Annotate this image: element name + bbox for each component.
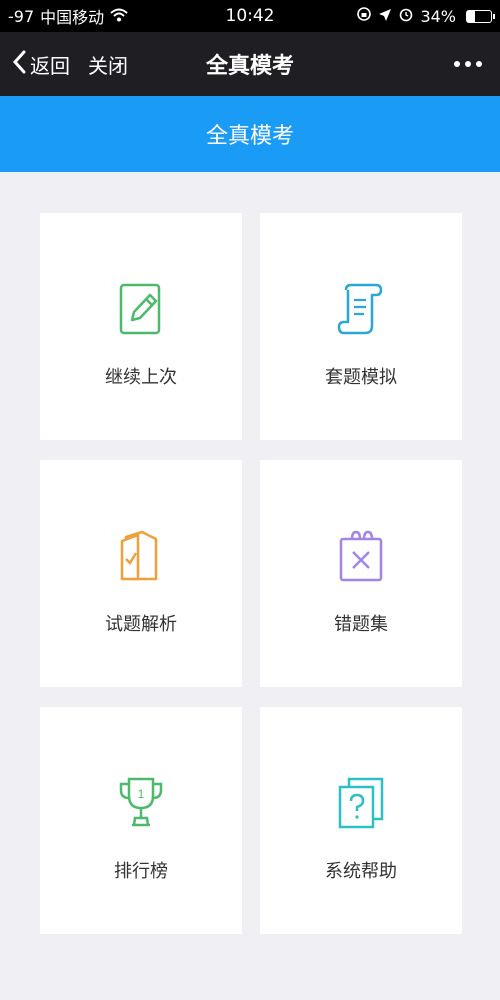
back-label: 返回 [30,53,70,78]
tile-leaderboard[interactable]: 1 排行榜 [40,707,242,934]
page-title: 全真模考 [205,54,294,79]
location-icon [378,7,392,26]
battery-fill [467,10,476,22]
close-button[interactable]: 关闭 [88,32,128,96]
tile-system-help[interactable]: 系统帮助 [260,707,462,934]
battery-percent: 34% [420,6,456,26]
status-bar: -97 中国移动 10:42 34% [0,0,500,32]
wifi-icon [110,7,128,26]
section-header: 全真模考 [0,96,500,172]
tile-label: 系统帮助 [325,861,397,882]
tile-label: 试题解析 [105,614,177,635]
more-menu-button[interactable] [454,32,482,96]
tile-label: 套题模拟 [325,367,397,388]
edit-note-icon [116,281,166,337]
rotation-lock-icon [356,6,372,26]
more-dot-icon [476,61,482,67]
tile-continue-last[interactable]: 继续上次 [40,213,242,440]
back-button[interactable]: 返回 [12,32,70,96]
alarm-icon [398,6,414,26]
menu-grid: 继续上次 套题模拟 试题解析 错题集 1 排行榜 系统帮助 [40,213,462,934]
chevron-left-icon [12,50,30,79]
battery-icon [466,9,495,23]
tile-wrong-questions[interactable]: 错题集 [260,460,462,687]
header-title: 全真模考 [205,124,294,149]
tile-label: 错题集 [334,614,388,635]
carrier-name: 中国移动 [40,8,105,27]
trophy-icon: 1 [116,775,166,831]
document-check-icon [116,528,166,584]
tile-label: 排行榜 [114,861,168,882]
signal-strength: -97 [8,6,35,26]
clock: 10:42 [225,6,275,26]
more-dot-icon [454,61,460,67]
tile-label: 继续上次 [105,367,177,388]
nav-bar: 返回 关闭 全真模考 [0,32,500,96]
close-label: 关闭 [88,53,128,78]
tile-question-analysis[interactable]: 试题解析 [40,460,242,687]
scroll-icon [336,281,386,337]
wrong-notebook-icon [336,528,386,584]
svg-text:1: 1 [138,787,145,801]
tile-set-simulation[interactable]: 套题模拟 [260,213,462,440]
help-cards-icon [336,775,386,831]
more-dot-icon [465,61,471,67]
